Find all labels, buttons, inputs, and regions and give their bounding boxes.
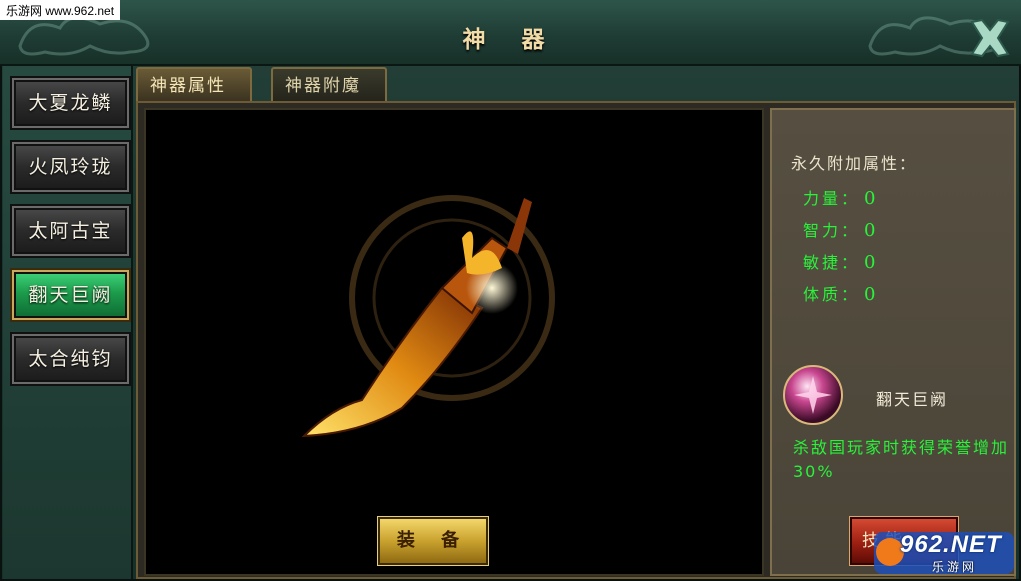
tab-artifact-attributes[interactable]: 神器属性: [136, 67, 252, 101]
equip-button[interactable]: 装 备: [377, 516, 489, 566]
skill-orb-icon[interactable]: [782, 364, 844, 426]
weapon-image: [301, 195, 555, 438]
title-bar: 神 器: [0, 0, 1021, 66]
stat-intelligence-label: 智力：: [803, 221, 861, 240]
sidebar-item-huofeng-linglong[interactable]: 火凤玲珑: [10, 140, 131, 194]
stat-constitution-label: 体质：: [803, 285, 861, 304]
stat-strength-label: 力量：: [803, 189, 861, 208]
sidebar-item-taia-gubao[interactable]: 太阿古宝: [10, 204, 131, 258]
stat-strength-value: 0: [864, 188, 876, 209]
watermark-top: 乐游网 www.962.net: [0, 0, 121, 20]
stat-intelligence: 智力： 0: [803, 217, 875, 241]
artifact-sidebar: 大夏龙鳞 火凤玲珑 太阿古宝 翻天巨阙 太合纯钧: [3, 66, 133, 579]
stat-agility: 敏捷： 0: [803, 249, 875, 273]
sidebar-item-fantian-jujue[interactable]: 翻天巨阙: [10, 268, 131, 322]
close-icon[interactable]: [964, 12, 1016, 64]
skill-description: 杀敌国玩家时获得荣誉增加30%: [793, 438, 1010, 481]
stat-strength: 力量： 0: [803, 185, 875, 209]
tab-artifact-enchant[interactable]: 神器附魔: [271, 67, 387, 101]
sidebar-item-taihe-chunjun[interactable]: 太合纯钧: [10, 332, 131, 386]
skill-name: 翻天巨阙: [876, 390, 949, 409]
stat-intelligence-value: 0: [864, 220, 876, 241]
stat-constitution: 体质： 0: [803, 281, 875, 305]
permanent-attributes-title: 永久附加属性：: [791, 154, 918, 173]
stat-agility-label: 敏捷：: [803, 253, 861, 272]
sidebar-item-daxia-longlin[interactable]: 大夏龙鳞: [10, 76, 131, 130]
watermark-badge-subtext: 乐游网: [932, 560, 978, 574]
window-title: 神 器: [462, 27, 559, 53]
watermark-badge-text: 962.NET: [900, 531, 1002, 558]
stat-constitution-value: 0: [864, 284, 876, 305]
attributes-panel: [770, 108, 1016, 576]
stat-agility-value: 0: [864, 252, 876, 273]
